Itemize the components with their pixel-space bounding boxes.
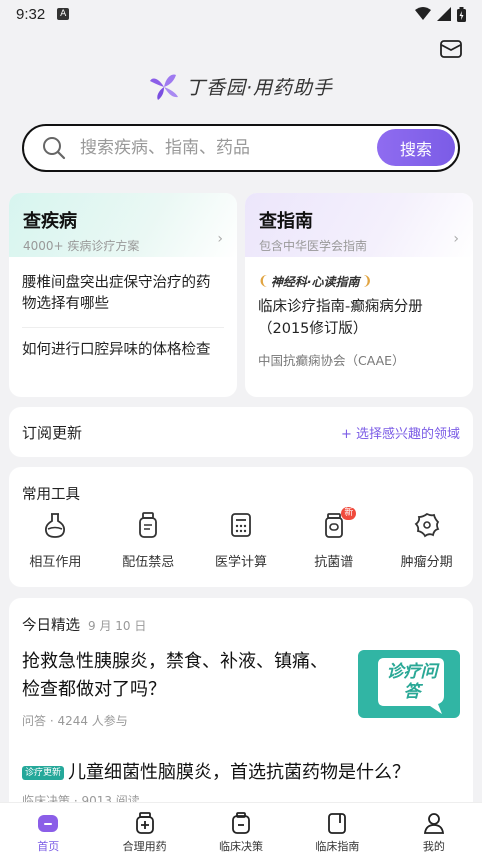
- nav-label: 首页: [37, 840, 60, 853]
- article-thumbnail[interactable]: 诊疗问答: [358, 650, 460, 718]
- tools-row: 相互作用 配伍禁忌 医学计算 新 抗菌谱 肿瘤分期: [9, 507, 473, 570]
- disease-item[interactable]: 腰椎间盘突出症保守治疗的药物选择有哪些: [22, 257, 224, 328]
- choose-interest-link[interactable]: + 选择感兴趣的领域: [341, 423, 460, 442]
- laurel-right-icon: ❩: [361, 274, 373, 289]
- search-icon: [43, 137, 66, 160]
- calculator-icon: [231, 513, 251, 537]
- disease-card-subtitle: 4000+ 疾病诊疗方案: [23, 239, 140, 253]
- laurel-left-icon: ❨: [258, 274, 269, 289]
- tool-label: 医学计算: [214, 555, 267, 570]
- nav-medicine[interactable]: 合理用药: [96, 803, 192, 856]
- nav-profile[interactable]: 我的: [386, 803, 482, 856]
- daily-picks-card: 今日精选 9 月 10 日 抢救急性胰腺炎，禁食、补液、镇痛、检查都做对了吗？ …: [9, 598, 473, 818]
- guide-card-header[interactable]: 查指南 包含中华医学会指南 ›: [245, 193, 473, 257]
- nav-clinical-guide[interactable]: 临床指南: [289, 803, 385, 856]
- guide-card-subtitle: 包含中华医学会指南: [259, 239, 368, 253]
- flask-icon: [45, 513, 66, 538]
- nav-label: 我的: [422, 840, 445, 853]
- user-icon: [423, 813, 444, 834]
- brand-logo: 丁香园·用药助手: [148, 70, 333, 102]
- feed-header: 今日精选 9 月 10 日: [22, 614, 146, 635]
- chevron-right-icon: ›: [217, 231, 223, 247]
- clipboard-icon: [232, 812, 250, 834]
- new-badge: 新: [341, 507, 357, 520]
- guide-title[interactable]: 临床诊疗指南-癫痫病分册（2015修订版）: [258, 296, 460, 340]
- search-input[interactable]: [80, 138, 360, 158]
- tools-card: 常用工具 相互作用 配伍禁忌 医学计算 新 抗菌谱 肿瘤分期: [9, 467, 473, 587]
- cell-icon: [414, 512, 439, 538]
- tool-label: 抗菌谱: [314, 555, 354, 570]
- nav-label: 临床决策: [219, 840, 264, 853]
- status-icons: [415, 6, 466, 22]
- guide-card: 查指南 包含中华医学会指南 › ❨ 神经科·心读指南 ❩ 临床诊疗指南-癫痫病分…: [245, 193, 473, 397]
- tool-interaction[interactable]: 相互作用: [9, 511, 102, 570]
- tool-tumor-staging[interactable]: 肿瘤分期: [380, 511, 473, 570]
- status-time: 9:32: [16, 5, 46, 23]
- article-item[interactable]: 抢救急性胰腺炎，禁食、补液、镇痛、检查都做对了吗？ 问答 · 4244 人参与: [22, 648, 342, 729]
- search-button[interactable]: 搜索: [377, 129, 455, 166]
- mail-icon[interactable]: [440, 40, 462, 58]
- disease-card-header[interactable]: 查疾病 4000+ 疾病诊疗方案 ›: [9, 193, 237, 257]
- notification-icon: A: [57, 8, 70, 20]
- article-title: 儿童细菌性脑膜炎，首选抗菌药物是什么？: [68, 762, 411, 783]
- subscribe-card: 订阅更新 + 选择感兴趣的领域: [9, 407, 473, 457]
- nav-clinical-decision[interactable]: 临床决策: [193, 803, 289, 856]
- subscribe-title: 订阅更新: [22, 423, 83, 442]
- article-title-row: 诊疗更新 儿童细菌性脑膜炎，首选抗菌药物是什么？: [22, 760, 462, 786]
- battery-icon: [457, 6, 466, 22]
- article-title: 抢救急性胰腺炎，禁食、补液、镇痛、检查都做对了吗？: [22, 651, 328, 700]
- nav-label: 临床指南: [315, 840, 360, 853]
- tools-title: 常用工具: [22, 487, 80, 503]
- signal-icon: [437, 7, 451, 21]
- lilac-logo-icon: [150, 74, 178, 100]
- tool-label: 相互作用: [29, 555, 82, 570]
- status-bar: 9:32 A: [0, 0, 482, 28]
- feed-title: 今日精选: [22, 618, 80, 634]
- disease-card-title: 查疾病: [23, 211, 77, 232]
- chevron-right-icon: ›: [453, 231, 459, 247]
- article-meta: 问答 · 4244 人参与: [22, 714, 128, 728]
- guide-card-title: 查指南: [259, 211, 313, 232]
- book-icon: [328, 813, 347, 834]
- tool-label: 配伍禁忌: [122, 555, 175, 570]
- nav-label: 合理用药: [122, 840, 167, 853]
- home-icon: [38, 815, 59, 832]
- tool-label: 肿瘤分期: [400, 555, 453, 570]
- search-bar[interactable]: 搜索: [22, 124, 460, 172]
- guide-tag-brand: 神经科·心读指南: [270, 275, 360, 289]
- bottle-icon: [139, 512, 158, 538]
- wifi-icon: [415, 7, 431, 20]
- brand-name: 丁香园·用药助手: [186, 76, 334, 99]
- update-badge: 诊疗更新: [22, 766, 65, 780]
- feed-date: 9 月 10 日: [88, 619, 147, 633]
- thumb-text: 诊疗问答: [386, 662, 438, 702]
- disease-item[interactable]: 如何进行口腔异味的体格检查: [22, 328, 224, 361]
- tool-calculator[interactable]: 医学计算: [195, 511, 288, 570]
- nav-home[interactable]: 首页: [0, 803, 96, 856]
- medicine-icon: [135, 812, 154, 834]
- disease-card: 查疾病 4000+ 疾病诊疗方案 › 腰椎间盘突出症保守治疗的药物选择有哪些 如…: [9, 193, 237, 397]
- tool-incompatibility[interactable]: 配伍禁忌: [102, 511, 195, 570]
- tool-antibacterial[interactable]: 新 抗菌谱: [287, 507, 380, 570]
- bottom-nav: 首页 合理用药 临床决策 临床指南 我的: [0, 802, 482, 856]
- guide-org: 中国抗癫痫协会（CAAE）: [258, 353, 405, 368]
- guide-tag: ❨ 神经科·心读指南 ❩: [258, 273, 460, 290]
